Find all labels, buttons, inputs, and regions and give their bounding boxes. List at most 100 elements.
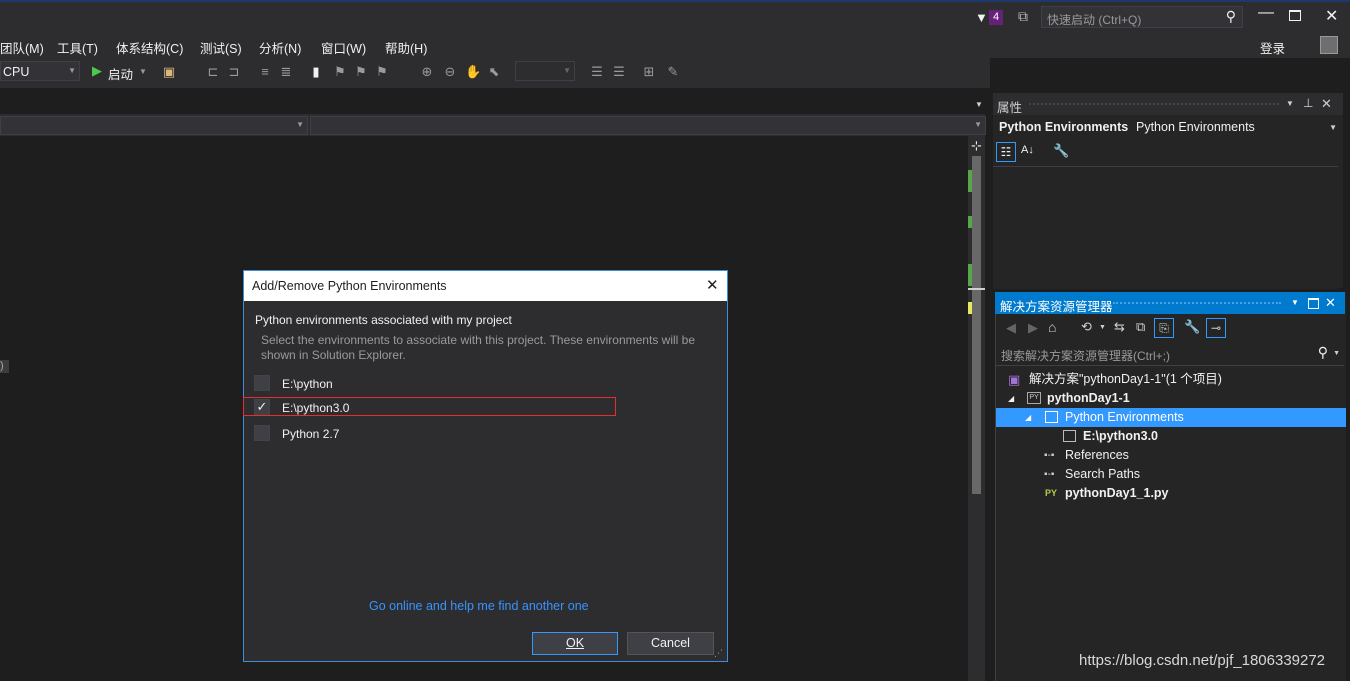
properties-wrench-icon[interactable]: 🔧 bbox=[1184, 319, 1200, 335]
align-right-icon[interactable]: ☰ bbox=[612, 65, 626, 79]
minimize-button[interactable]: — bbox=[1258, 4, 1274, 22]
environment-checkbox[interactable] bbox=[254, 425, 270, 441]
member-dropdown[interactable]: ▼ bbox=[310, 116, 986, 135]
expand-arrow-icon[interactable]: ◢ bbox=[1025, 408, 1031, 427]
close-icon[interactable]: ✕ bbox=[706, 276, 719, 294]
maximize-panel-icon[interactable] bbox=[1308, 298, 1319, 309]
dialog-title-bar: Add/Remove Python Environments ✕ bbox=[244, 271, 727, 301]
start-play-icon[interactable]: ▶ bbox=[92, 63, 102, 79]
pan-hand-icon[interactable]: ✋ bbox=[465, 65, 481, 79]
split-handle-icon[interactable]: ⊹ bbox=[971, 138, 982, 154]
property-pages-icon[interactable]: 🔧 bbox=[1053, 143, 1069, 159]
close-icon[interactable]: ✕ bbox=[1325, 295, 1336, 311]
menu-team[interactable]: 团队(M) bbox=[0, 38, 44, 57]
maximize-button[interactable] bbox=[1289, 10, 1301, 21]
zoom-in-icon[interactable]: ⊕ bbox=[420, 65, 434, 79]
dotted-grip bbox=[1029, 103, 1279, 108]
platform-value: CPU bbox=[3, 65, 30, 79]
search-icon[interactable]: ⚲ bbox=[1318, 344, 1328, 361]
tree-item-search-paths[interactable]: ▪-▪ Search Paths bbox=[996, 465, 1346, 484]
comment-icon[interactable]: ⊏ bbox=[206, 65, 220, 79]
scope-dropdown[interactable]: ▼ bbox=[0, 116, 308, 135]
environment-checkbox[interactable]: ✓ bbox=[254, 399, 270, 415]
next-bookmark-icon[interactable]: ⚑ bbox=[354, 65, 368, 79]
bookmark-icon[interactable]: ▮ bbox=[309, 65, 323, 79]
prev-bookmark-icon[interactable]: ⚑ bbox=[333, 65, 347, 79]
tree-item-environment[interactable]: E:\python3.0 bbox=[996, 427, 1346, 446]
search-icon[interactable]: ⚲ bbox=[1226, 8, 1236, 25]
forward-icon[interactable]: ▶ bbox=[1028, 320, 1038, 336]
dialog-title: Add/Remove Python Environments bbox=[252, 279, 447, 293]
zoom-combo[interactable]: ▼ bbox=[515, 61, 575, 81]
panel-menu-chevron-icon[interactable]: ▼ bbox=[975, 100, 983, 109]
python-project-icon: PY bbox=[1027, 392, 1041, 404]
align-left-icon[interactable]: ☰ bbox=[590, 65, 604, 79]
tree-item-label: 解决方案"pythonDay1-1"(1 个项目) bbox=[1029, 372, 1222, 386]
chevron-down-icon: ▼ bbox=[974, 120, 982, 129]
tree-item-label: References bbox=[1065, 448, 1129, 462]
tree-item-python-environments[interactable]: ◢ Python Environments bbox=[996, 408, 1346, 427]
indent-icon[interactable]: ≣ bbox=[279, 65, 293, 79]
panel-menu-icon[interactable]: ▼ bbox=[1286, 99, 1294, 108]
environment-checkbox[interactable] bbox=[254, 375, 270, 391]
quick-launch-box[interactable]: 快速启动 (Ctrl+Q) ⚲ bbox=[1041, 6, 1243, 28]
collapse-all-icon[interactable]: ⧉ bbox=[1136, 319, 1145, 335]
categorized-icon[interactable]: ☷ bbox=[996, 142, 1016, 162]
platform-dropdown[interactable]: CPU ▼ bbox=[0, 61, 80, 81]
history-dropdown-icon[interactable]: ▼ bbox=[1099, 324, 1106, 331]
menu-test[interactable]: 测试(S) bbox=[200, 38, 242, 57]
tree-item-py-file[interactable]: PY pythonDay1_1.py bbox=[996, 484, 1346, 503]
close-button[interactable]: ✕ bbox=[1325, 6, 1338, 26]
menu-architecture[interactable]: 体系结构(C) bbox=[116, 38, 183, 57]
wand-icon[interactable]: ✎ bbox=[666, 65, 680, 79]
ok-button[interactable]: OK bbox=[532, 632, 618, 655]
menu-window[interactable]: 窗口(W) bbox=[321, 38, 366, 57]
tree-item-solution[interactable]: ▣ 解决方案"pythonDay1-1"(1 个项目) bbox=[996, 370, 1346, 389]
start-dropdown-icon[interactable]: ▼ bbox=[139, 67, 147, 76]
outdent-icon[interactable]: ≡ bbox=[258, 65, 272, 79]
quick-launch-input[interactable]: 快速启动 (Ctrl+Q) bbox=[1047, 11, 1141, 28]
notification-badge[interactable]: 4 bbox=[989, 10, 1003, 25]
find-environment-link[interactable]: Go online and help me find another one bbox=[369, 599, 589, 613]
tree-item-references[interactable]: ▪-▪ References bbox=[996, 446, 1346, 465]
environment-option[interactable]: Python 2.7 bbox=[254, 424, 554, 444]
back-icon[interactable]: ◀ bbox=[1006, 320, 1016, 336]
clear-bookmarks-icon[interactable]: ⚑ bbox=[375, 65, 389, 79]
dialog-description: Select the environments to associate wit… bbox=[261, 333, 695, 362]
pin-icon[interactable]: ⊥ bbox=[1303, 96, 1313, 110]
panel-menu-icon[interactable]: ▼ bbox=[1291, 298, 1299, 307]
environment-option[interactable]: ✓ E:\python3.0 bbox=[254, 398, 554, 418]
zoom-out-icon[interactable]: ⊖ bbox=[443, 65, 457, 79]
search-options-chevron-icon[interactable]: ▼ bbox=[1333, 350, 1340, 357]
login-link[interactable]: 登录 bbox=[1260, 38, 1285, 57]
uncomment-icon[interactable]: ⊐ bbox=[227, 65, 241, 79]
resize-grip-icon[interactable]: ⋰ bbox=[714, 648, 723, 659]
menu-help[interactable]: 帮助(H) bbox=[385, 38, 427, 57]
solution-search-box[interactable]: 搜索解决方案资源管理器(Ctrl+;) ⚲ ▼ bbox=[996, 343, 1344, 366]
cancel-button[interactable]: Cancel bbox=[627, 632, 714, 655]
layout-icon[interactable]: ⊞ bbox=[642, 65, 656, 79]
show-all-files-icon[interactable]: ⎘ bbox=[1154, 318, 1174, 338]
solution-search-input[interactable]: 搜索解决方案资源管理器(Ctrl+;) bbox=[1001, 347, 1170, 364]
find-in-files-icon[interactable]: ▣ bbox=[162, 65, 176, 79]
environment-label: E:\python3.0 bbox=[282, 401, 350, 415]
select-pointer-icon[interactable]: ⬉ bbox=[487, 65, 501, 79]
close-icon[interactable]: ✕ bbox=[1321, 96, 1332, 112]
feedback-icon[interactable]: ⧉ bbox=[1018, 8, 1028, 25]
scrollbar-thumb[interactable] bbox=[972, 156, 981, 494]
menu-tools[interactable]: 工具(T) bbox=[57, 38, 98, 57]
start-button[interactable]: 启动 bbox=[108, 64, 133, 83]
history-icon[interactable]: ⟲ bbox=[1081, 319, 1092, 335]
expand-arrow-icon[interactable]: ◢ bbox=[1008, 389, 1014, 408]
sync-icon[interactable]: ⇆ bbox=[1114, 319, 1125, 335]
environment-option[interactable]: E:\python bbox=[254, 374, 554, 394]
alphabetical-icon[interactable]: A↓ bbox=[1021, 144, 1034, 156]
tree-item-project[interactable]: ◢ PY pythonDay1-1 bbox=[996, 389, 1346, 408]
home-icon[interactable]: ⌂ bbox=[1048, 319, 1056, 335]
filter-icon[interactable]: ▼ bbox=[975, 10, 988, 25]
editor-vertical-scrollbar[interactable]: ⊹ bbox=[968, 136, 985, 681]
preview-icon[interactable]: ⊸ bbox=[1206, 318, 1226, 338]
properties-object-selector[interactable]: Python Environments Python Environments … bbox=[993, 116, 1343, 138]
avatar[interactable] bbox=[1320, 36, 1338, 54]
menu-analyze[interactable]: 分析(N) bbox=[259, 38, 301, 57]
